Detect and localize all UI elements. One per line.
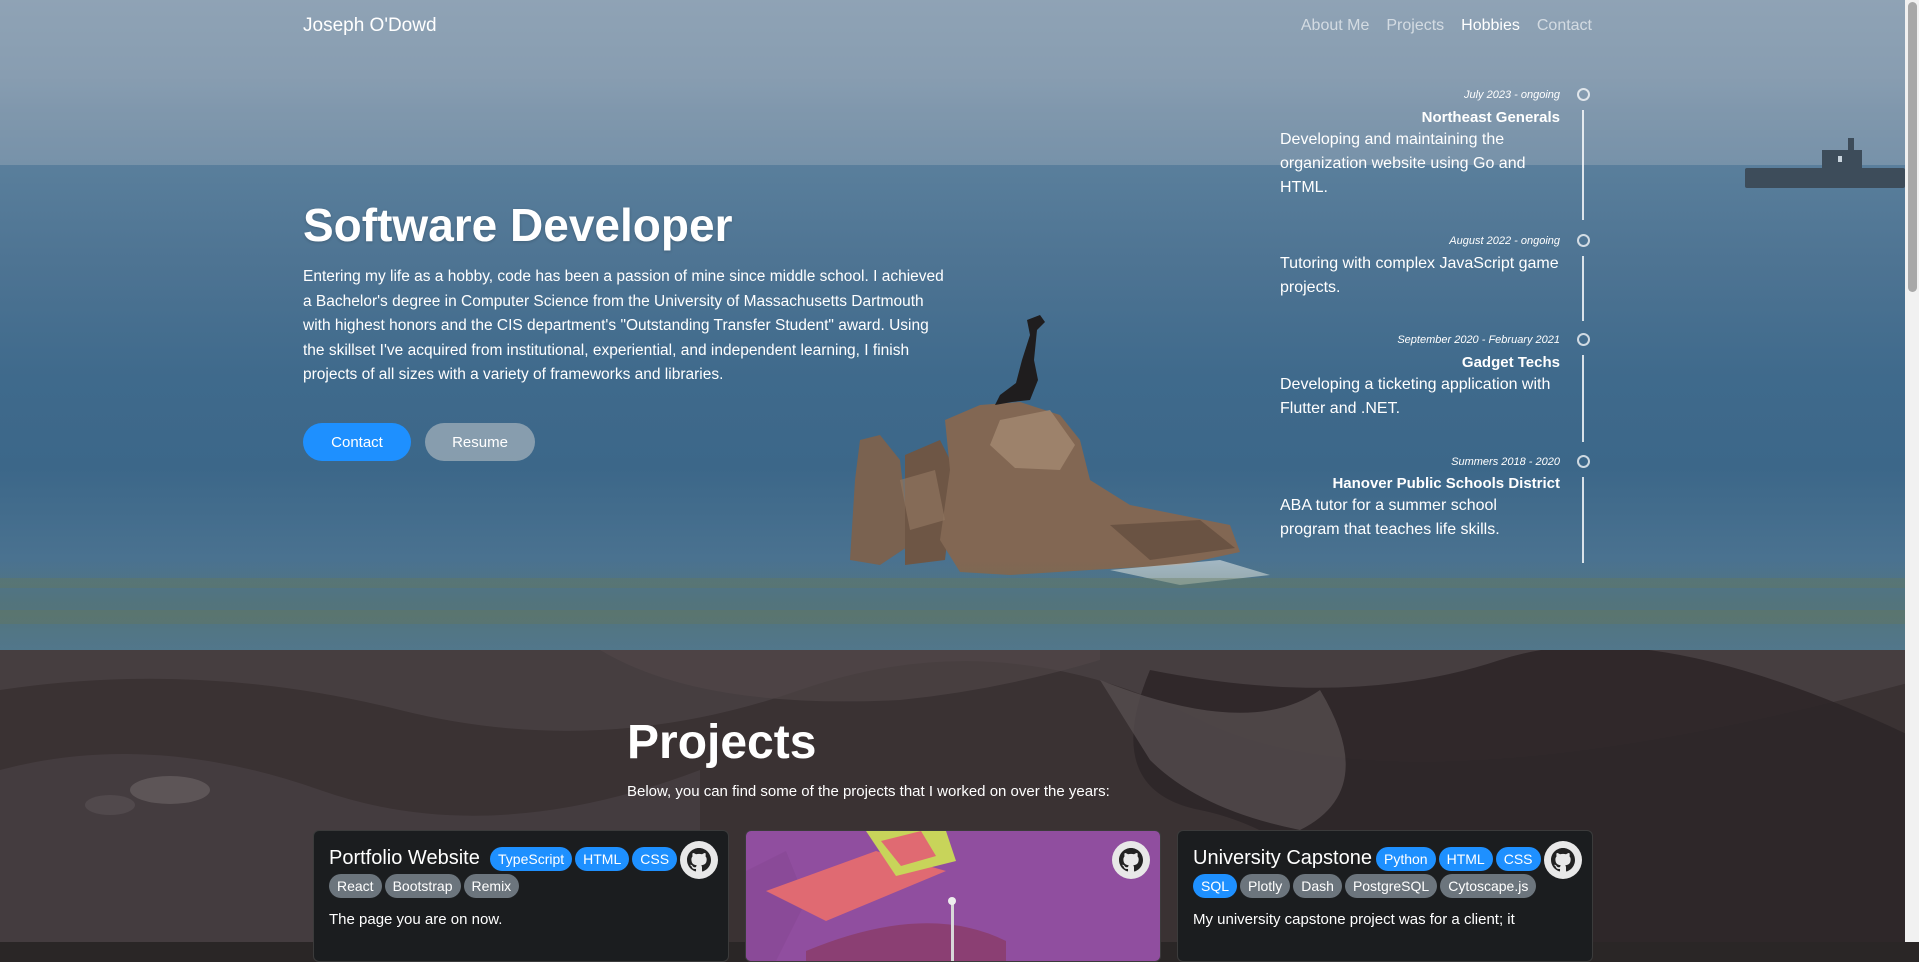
timeline-date: Summers 2018 - 2020 (1451, 456, 1560, 468)
tag: React (329, 874, 382, 898)
github-icon (1119, 848, 1143, 872)
cormorant-bird (995, 315, 1045, 405)
resume-button[interactable]: Resume (425, 423, 535, 461)
circle-icon (1577, 88, 1590, 101)
github-icon (1551, 848, 1575, 872)
tag: Remix (463, 874, 520, 898)
tag: HTML (1438, 847, 1493, 871)
tag: CSS (1495, 847, 1541, 871)
tag: Plotly (1240, 874, 1291, 898)
timeline-org: Northeast Generals (1421, 109, 1560, 126)
timeline-line (1582, 477, 1584, 563)
project-card-game[interactable] (745, 830, 1161, 962)
timeline-line (1582, 355, 1584, 442)
water-shade (0, 560, 1919, 650)
nav-link-hobbies[interactable]: Hobbies (1461, 17, 1520, 35)
circle-icon (1577, 234, 1590, 247)
tag: PostgreSQL (1344, 874, 1438, 898)
tag-row: React Bootstrap Remix (329, 874, 520, 898)
github-link[interactable] (1544, 841, 1582, 879)
tag: SQL (1193, 874, 1238, 898)
tag-row: Python HTML CSS (1376, 847, 1541, 871)
projects-heading: Projects (627, 716, 817, 769)
tag: TypeScript (490, 847, 573, 871)
github-icon (687, 848, 711, 872)
tag: Cytoscape.js (1440, 874, 1537, 898)
rock-formation (850, 402, 1270, 585)
hero-description: Entering my life as a hobby, code has be… (303, 268, 944, 383)
scrollbar-thumb[interactable] (1908, 2, 1917, 292)
tag: Bootstrap (384, 874, 461, 898)
timeline-desc: Tutoring with complex JavaScript game pr… (1280, 255, 1559, 296)
project-description: My university capstone project was for a… (1193, 911, 1515, 928)
tag: Python (1376, 847, 1436, 871)
timeline-date: August 2022 - ongoing (1449, 235, 1560, 247)
contact-button[interactable]: Contact (303, 423, 411, 461)
nav-link-about-me[interactable]: About Me (1301, 17, 1369, 35)
tag-row: SQL Plotly Dash PostgreSQL Cytoscape.js (1193, 874, 1537, 898)
tag-row: TypeScript HTML CSS (490, 847, 678, 871)
circle-icon (1577, 333, 1590, 346)
project-card-portfolio[interactable]: Portfolio Website TypeScript HTML CSS Re… (313, 830, 729, 962)
timeline-line (1582, 110, 1584, 220)
projects-subtitle: Below, you can find some of the projects… (627, 783, 1110, 800)
tag: CSS (632, 847, 678, 871)
circle-icon (1577, 455, 1590, 468)
timeline-org: Gadget Techs (1461, 354, 1560, 371)
github-link[interactable] (680, 841, 718, 879)
project-description: The page you are on now. (329, 911, 503, 928)
timeline-date: September 2020 - February 2021 (1397, 334, 1560, 346)
brand-name[interactable]: Joseph O'Dowd (303, 15, 437, 37)
timeline-desc: Developing a ticketing application with … (1280, 376, 1551, 417)
project-title: University Capstone (1193, 847, 1372, 869)
page-scrollbar[interactable] (1905, 0, 1919, 942)
hero-section (0, 0, 1919, 650)
hero-title: Software Developer (303, 199, 733, 251)
timeline-org: Hanover Public Schools District (1332, 475, 1560, 492)
tag: HTML (575, 847, 630, 871)
tag: Dash (1293, 874, 1342, 898)
project-title: Portfolio Website (329, 847, 480, 869)
nav-link-projects[interactable]: Projects (1386, 17, 1444, 35)
hero-background-photo (0, 0, 1919, 624)
timeline-desc: Developing and maintaining the organizat… (1280, 131, 1526, 196)
github-link[interactable] (1112, 841, 1150, 879)
timeline-date: July 2023 - ongoing (1463, 89, 1560, 101)
top-nav: About Me Projects Hobbies Contact (1301, 17, 1592, 35)
project-card-capstone[interactable]: University Capstone Python HTML CSS SQL … (1177, 830, 1593, 962)
nav-link-contact[interactable]: Contact (1537, 17, 1592, 35)
timeline-desc: ABA tutor for a summer school program th… (1280, 497, 1500, 538)
timeline-line (1582, 256, 1584, 321)
